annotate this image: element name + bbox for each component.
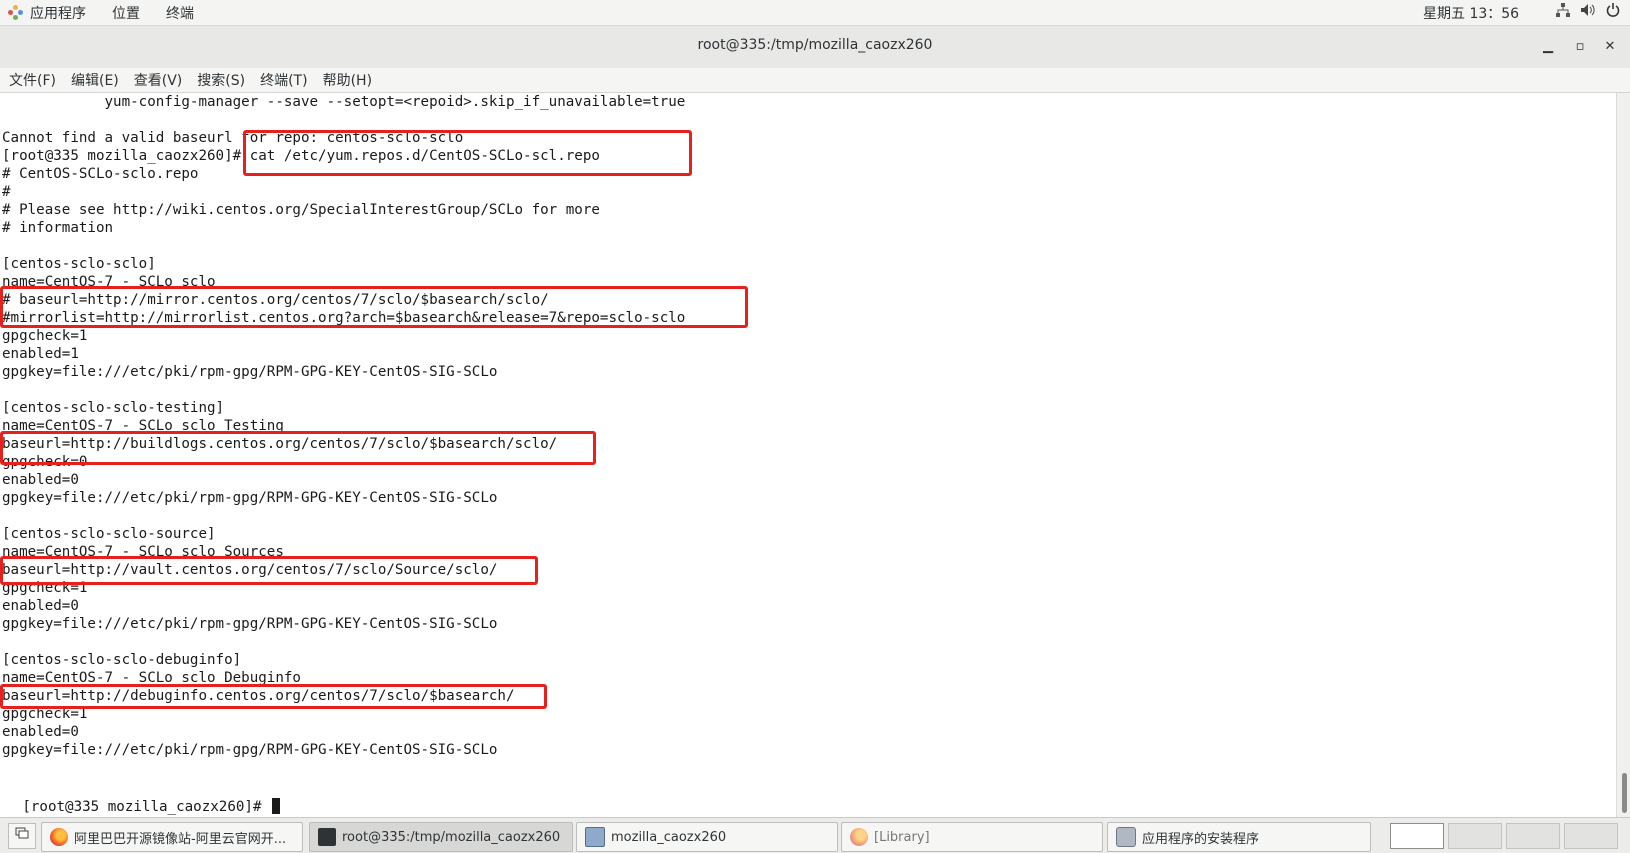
software-installer-icon xyxy=(1116,827,1136,847)
terminal-line: enabled=0 xyxy=(2,472,79,488)
file-manager-icon xyxy=(585,827,605,847)
applications-menu[interactable]: 应用程序 xyxy=(30,3,86,23)
taskbar: 阿里巴巴开源镜像站-阿里云官网开... root@335:/tmp/mozill… xyxy=(0,817,1630,853)
taskbar-item-browser[interactable]: 阿里巴巴开源镜像站-阿里云官网开... xyxy=(41,822,303,852)
terminal-icon xyxy=(318,828,336,846)
menu-edit[interactable]: 编辑(E) xyxy=(71,70,119,90)
highlight-box-sclo-baseurl xyxy=(0,286,748,328)
terminal-line: gpgkey=file:///etc/pki/rpm-gpg/RPM-GPG-K… xyxy=(2,364,498,380)
terminal-prompt: [root@335 mozilla_caozx260]# xyxy=(22,799,271,815)
workspace-2[interactable] xyxy=(1448,823,1502,849)
applications-icon xyxy=(8,5,24,21)
taskbar-item-library[interactable]: [Library] xyxy=(841,822,1103,852)
clock[interactable]: 星期五 13：56 xyxy=(1423,3,1519,23)
terminal-output[interactable]: yum-config-manager --save --setopt=<repo… xyxy=(0,93,1616,817)
scrollbar-thumb[interactable] xyxy=(1622,773,1627,813)
show-desktop-button[interactable] xyxy=(8,823,36,849)
taskbar-item-terminal[interactable]: root@335:/tmp/mozilla_caozx260 xyxy=(309,822,573,852)
terminal-line: [centos-sclo-sclo-debuginfo] xyxy=(2,652,242,668)
menu-file[interactable]: 文件(F) xyxy=(9,70,56,90)
window-title: root@335:/tmp/mozilla_caozx260 xyxy=(697,37,933,53)
terminal-line: [centos-sclo-sclo-testing] xyxy=(2,400,225,416)
terminal-line: yum-config-manager --save --setopt=<repo… xyxy=(2,94,686,110)
menu-view[interactable]: 查看(V) xyxy=(134,70,183,90)
taskbar-item-file-manager[interactable]: mozilla_caozx260 xyxy=(576,822,838,852)
taskbar-item-label: 阿里巴巴开源镜像站-阿里云官网开... xyxy=(74,831,287,847)
workspace-4[interactable] xyxy=(1564,823,1618,849)
terminal-line: # information xyxy=(2,220,114,236)
taskbar-item-label: 应用程序的安装程序 xyxy=(1142,831,1260,847)
terminal-line: gpgcheck=1 xyxy=(2,328,88,344)
terminal-line: # CentOS-SCLo-sclo.repo xyxy=(2,166,199,182)
minimize-button[interactable]: ▁ xyxy=(1538,37,1558,57)
terminal-line: # Please see http://wiki.centos.org/Spec… xyxy=(2,202,600,218)
menu-help[interactable]: 帮助(H) xyxy=(323,70,372,90)
taskbar-item-label: [Library] xyxy=(874,829,930,845)
terminal-line: [centos-sclo-sclo] xyxy=(2,256,156,272)
menu-terminal[interactable]: 终端(T) xyxy=(260,70,307,90)
power-icon[interactable] xyxy=(1606,3,1620,21)
terminal-line: [centos-sclo-sclo-source] xyxy=(2,526,216,542)
menubar: 文件(F) 编辑(E) 查看(V) 搜索(S) 终端(T) 帮助(H) xyxy=(0,68,1630,93)
places-menu[interactable]: 位置 xyxy=(112,3,140,23)
terminal-prompt-line: [root@335 mozilla_caozx260]# xyxy=(2,777,281,815)
taskbar-item-label: root@335:/tmp/mozilla_caozx260 xyxy=(342,829,561,845)
workspace-3[interactable] xyxy=(1506,823,1560,849)
highlight-box-debuginfo-baseurl xyxy=(0,684,547,709)
top-panel: 应用程序 位置 终端 星期五 13：56 xyxy=(0,0,1630,26)
terminal-line: gpgkey=file:///etc/pki/rpm-gpg/RPM-GPG-K… xyxy=(2,616,498,632)
terminal-line: enabled=0 xyxy=(2,724,79,740)
terminal-line: # xyxy=(2,184,11,200)
volume-icon[interactable] xyxy=(1580,3,1596,21)
terminal-scrollbar[interactable] xyxy=(1616,93,1630,817)
terminal-line: gpgkey=file:///etc/pki/rpm-gpg/RPM-GPG-K… xyxy=(2,490,498,506)
workspace-1[interactable] xyxy=(1390,823,1444,849)
terminal-line: gpgkey=file:///etc/pki/rpm-gpg/RPM-GPG-K… xyxy=(2,742,498,758)
maximize-button[interactable]: ▫ xyxy=(1570,37,1590,57)
menu-search[interactable]: 搜索(S) xyxy=(197,70,245,90)
terminal-line: enabled=1 xyxy=(2,346,79,362)
highlight-box-testing-baseurl xyxy=(0,431,596,465)
close-button[interactable]: ✕ xyxy=(1600,37,1620,57)
terminal-app-menu[interactable]: 终端 xyxy=(166,3,194,23)
taskbar-item-software-installer[interactable]: 应用程序的安装程序 xyxy=(1107,822,1371,852)
highlight-box-source-baseurl xyxy=(0,556,538,585)
firefox-icon xyxy=(50,828,68,846)
terminal-cursor xyxy=(272,798,281,814)
highlight-box-cat-command xyxy=(243,130,692,176)
network-icon[interactable] xyxy=(1556,3,1570,21)
firefox-icon xyxy=(850,828,868,846)
taskbar-item-label: mozilla_caozx260 xyxy=(611,829,727,845)
terminal-line: enabled=0 xyxy=(2,598,79,614)
window-titlebar[interactable]: root@335:/tmp/mozilla_caozx260 ▁ ▫ ✕ xyxy=(0,26,1630,69)
